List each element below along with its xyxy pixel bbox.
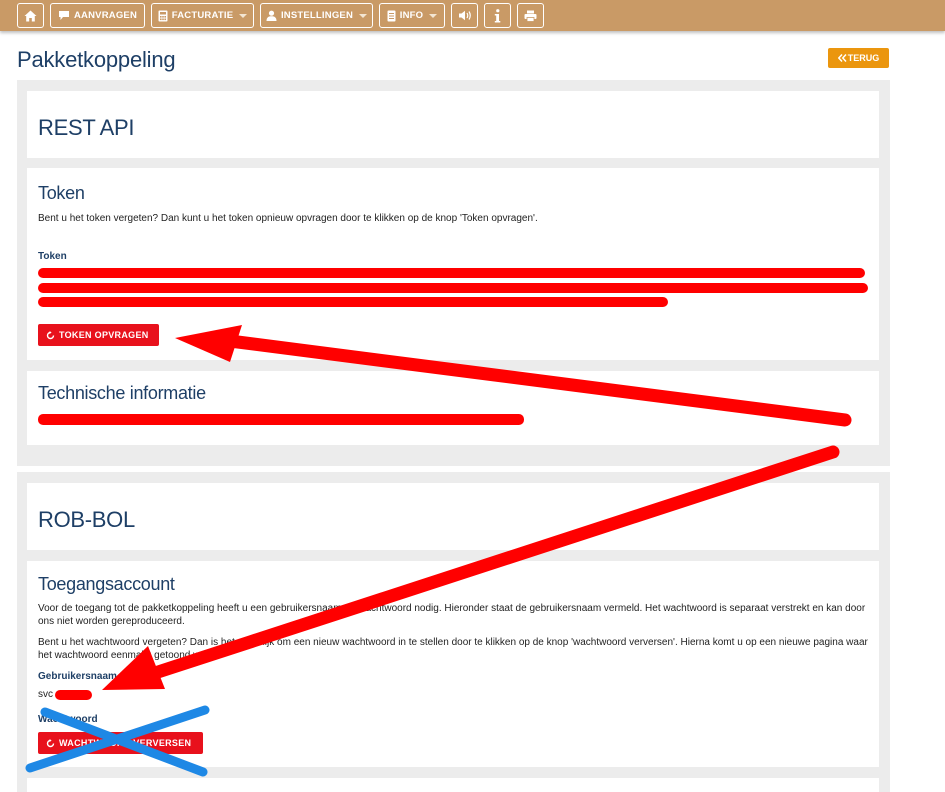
speaker-icon [458,10,471,21]
rest-api-section: REST API Token Bent u het token vergeten… [17,80,890,466]
next-card [27,778,879,792]
nav-info-label: INFO [399,10,424,21]
comment-icon [58,11,69,20]
document-icon [387,10,396,21]
rob-bol-heading: ROB-BOL [38,507,135,532]
refresh-icon [46,330,55,339]
printer-icon [524,10,537,22]
print-button[interactable] [517,3,544,28]
token-redaction [38,297,668,307]
back-button-label: TERUG [847,53,880,63]
toegangsaccount-paragraph-2: Bent u het wachtwoord vergeten? Dan is h… [38,637,868,661]
chevron-down-icon [429,13,438,18]
token-heading: Token [38,183,85,203]
top-navbar: AANVRAGEN FACTURATIE INSTELLINGEN INFO [0,0,945,31]
rest-api-heading: REST API [38,115,135,140]
token-opvragen-button[interactable]: TOKEN OPVRAGEN [38,324,159,346]
token-description: Bent u het token vergeten? Dan kunt u he… [38,213,538,224]
technische-informatie-heading: Technische informatie [38,383,206,403]
token-redaction [38,283,868,293]
home-button[interactable] [17,3,44,28]
nav-instellingen-button[interactable]: INSTELLINGEN [260,3,373,28]
rob-bol-header-card: ROB-BOL [27,483,879,550]
rob-bol-section: ROB-BOL Toegangsaccount Voor de toegang … [17,472,890,792]
nav-aanvragen-label: AANVRAGEN [73,10,138,21]
technische-informatie-redaction [38,414,524,425]
nav-facturatie-button[interactable]: FACTURATIE [151,3,254,28]
toegangsaccount-paragraph-1: Voor de toegang tot de pakketkoppeling h… [38,603,866,627]
back-button[interactable]: TERUG [828,48,889,68]
toegangsaccount-heading: Toegangsaccount [38,574,175,594]
nav-instellingen-label: INSTELLINGEN [280,10,354,21]
home-icon [24,10,37,21]
nav-facturatie-label: FACTURATIE [171,10,234,21]
double-chevron-left-icon [837,54,847,62]
token-label: Token [38,251,67,262]
wachtwoord-label: Wachtwoord [38,714,98,725]
token-card: Token Bent u het token vergeten? Dan kun… [27,168,879,360]
page-title: Pakketkoppeling [17,47,176,72]
gebruikersnaam-label: Gebruikersnaam [38,671,117,682]
sound-button[interactable] [451,3,478,28]
toegangsaccount-card: Toegangsaccount Voor de toegang tot de p… [27,561,879,767]
refresh-icon [46,738,55,747]
technische-informatie-card: Technische informatie [27,371,879,445]
info-button[interactable] [484,3,511,28]
chevron-down-icon [239,13,248,18]
calculator-icon [158,10,168,21]
token-redaction [38,268,865,278]
nav-info-button[interactable]: INFO [379,3,445,28]
chevron-down-icon [359,13,368,18]
nav-aanvragen-button[interactable]: AANVRAGEN [50,3,145,28]
wachtwoord-verversen-label: WACHTWOORD VERVERSEN [59,738,192,748]
info-icon [494,8,501,22]
rest-api-header-card: REST API [27,91,879,158]
user-icon [266,10,277,21]
gebruikersnaam-redaction [55,690,92,700]
wachtwoord-verversen-button[interactable]: WACHTWOORD VERVERSEN [38,732,203,754]
token-opvragen-label: TOKEN OPVRAGEN [59,330,149,340]
